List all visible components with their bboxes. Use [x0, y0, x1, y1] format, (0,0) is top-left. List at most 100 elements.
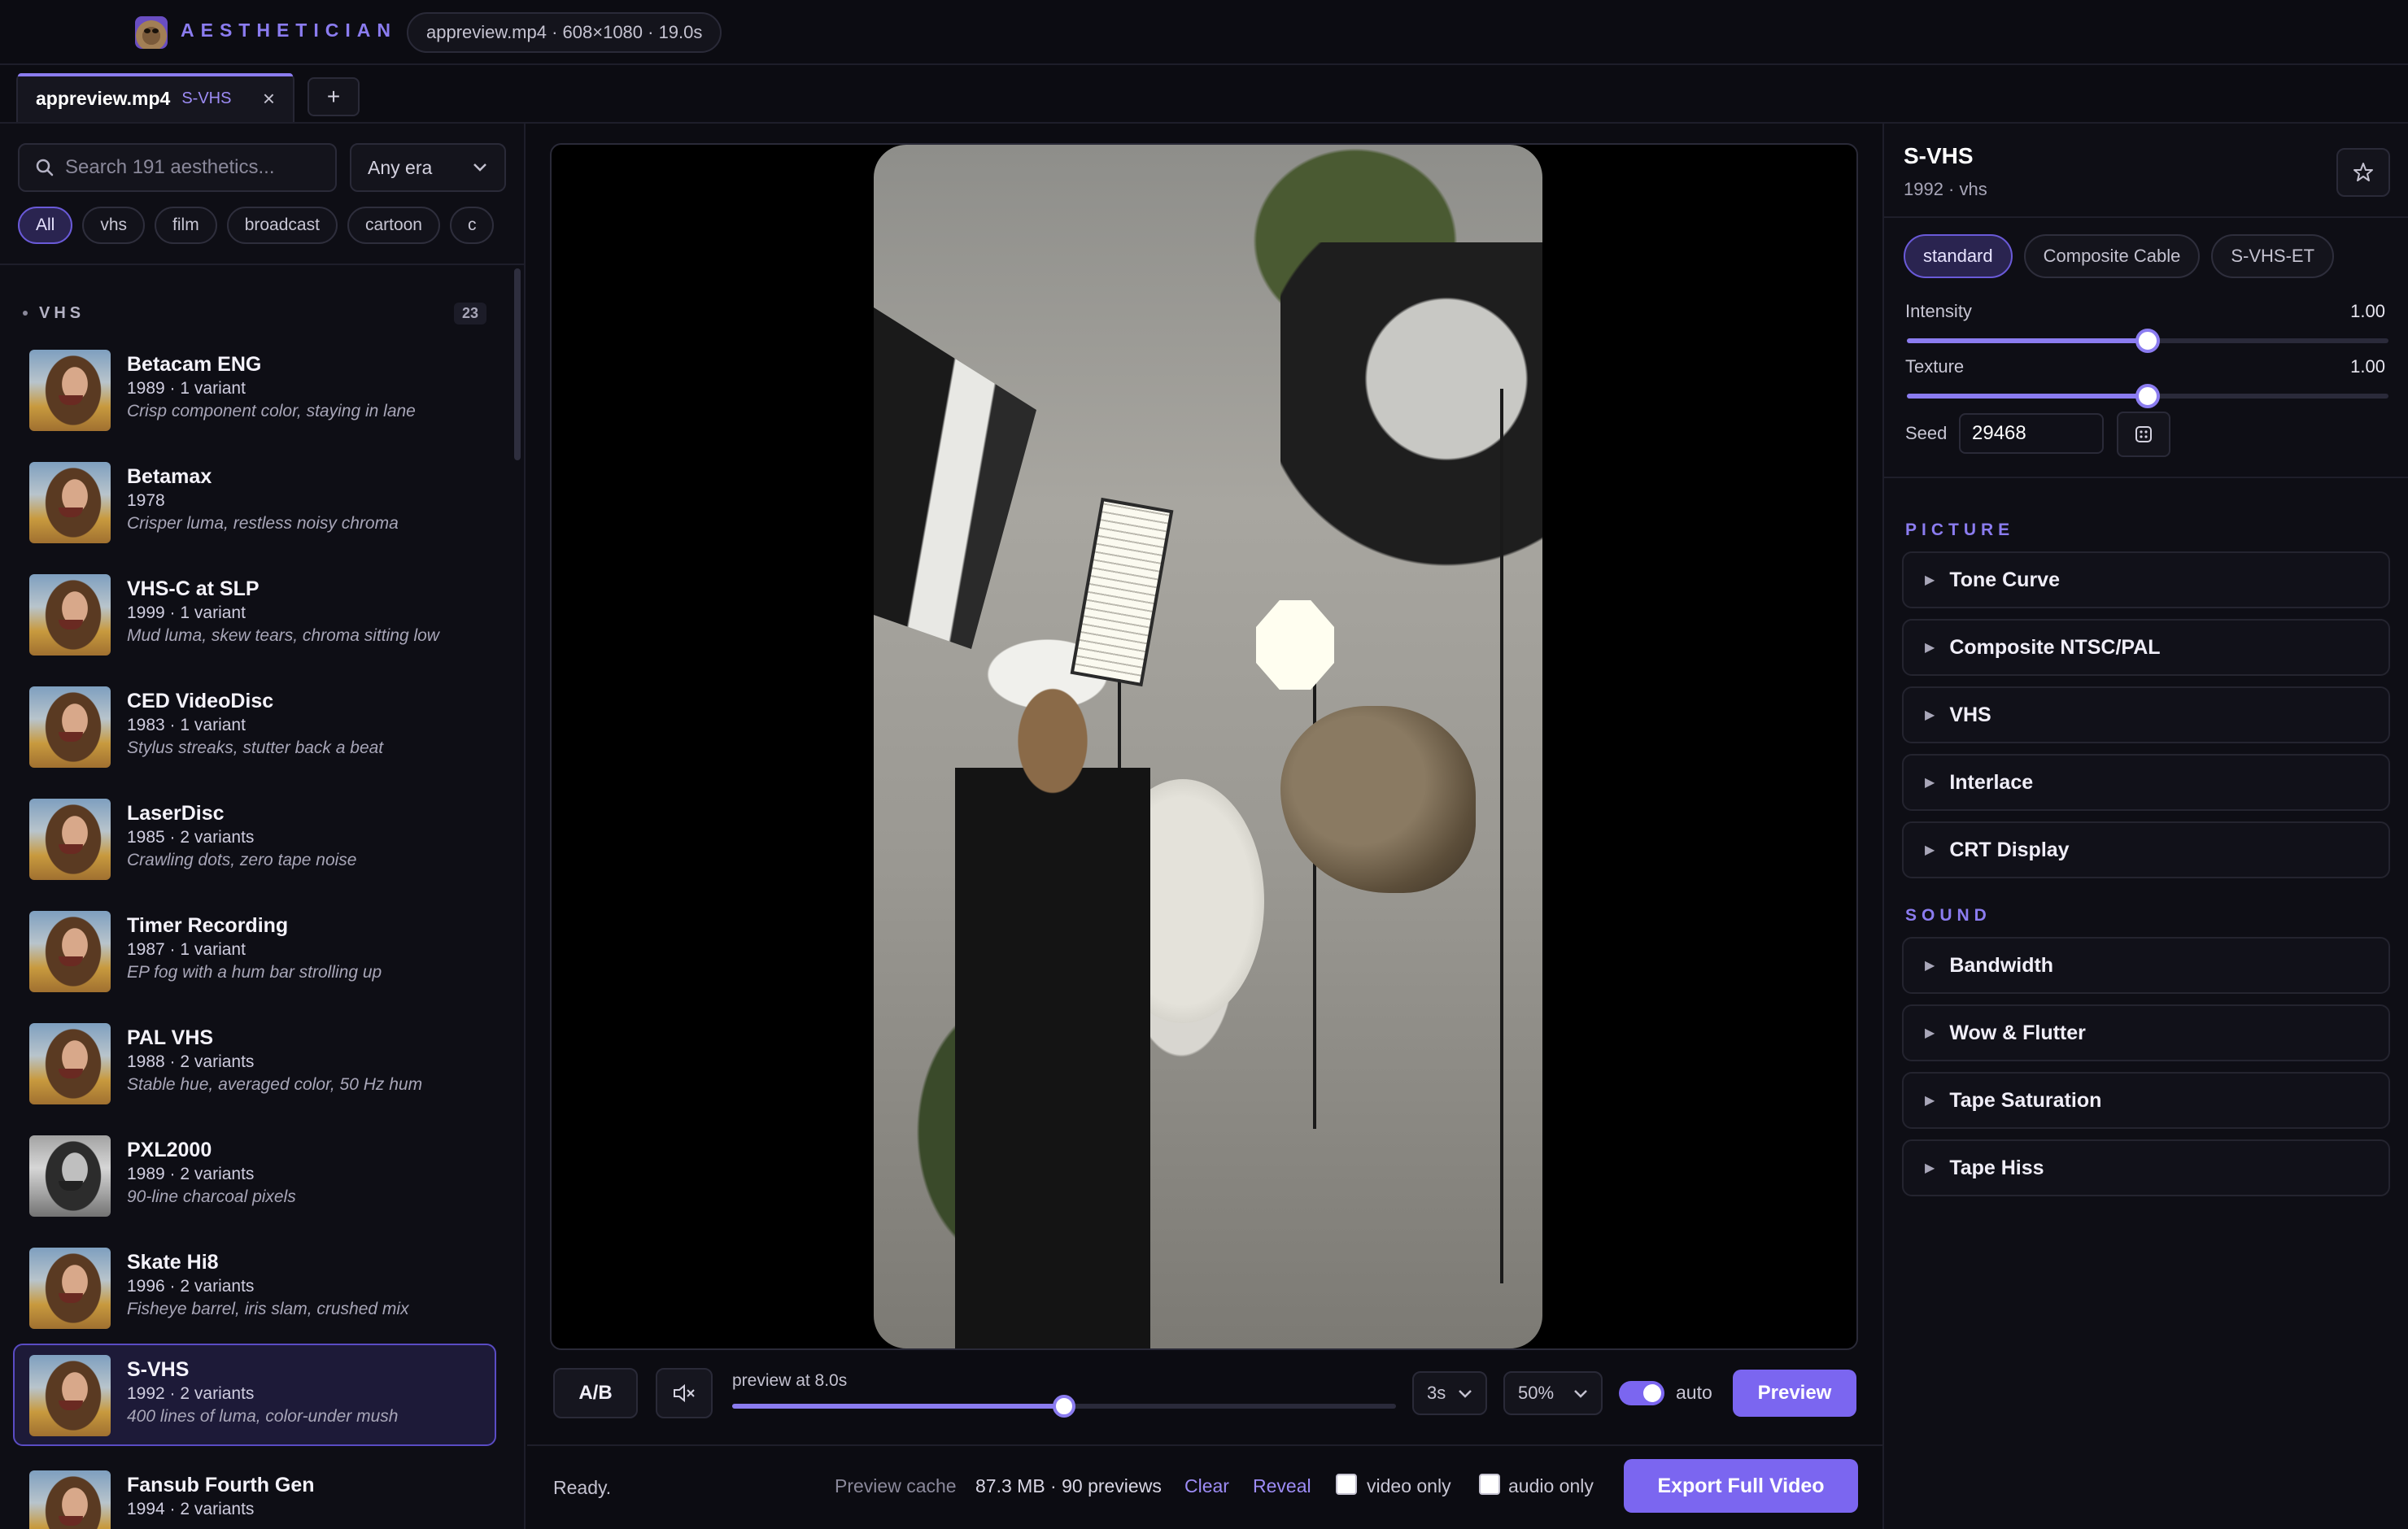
triangle-right-icon: ▶	[1925, 776, 1935, 790]
scrubber-track[interactable]	[732, 1395, 1396, 1418]
accordion-bandwidth[interactable]: ▶ Bandwidth	[1902, 937, 2390, 994]
chip-all[interactable]: All	[18, 207, 73, 244]
triangle-right-icon: ▶	[1925, 959, 1935, 973]
duration-select[interactable]: 3s	[1412, 1371, 1487, 1415]
chip-cartoon[interactable]: cartoon	[347, 207, 440, 244]
auto-preview-toggle[interactable]	[1619, 1381, 1664, 1405]
item-description: Fisheye barrel, iris slam, crushed mix	[127, 1300, 409, 1318]
favorite-button[interactable]	[2336, 148, 2390, 197]
seed-label: Seed	[1905, 423, 1948, 443]
intensity-slider-handle[interactable]	[2135, 329, 2160, 353]
chevron-down-icon	[1459, 1389, 1472, 1398]
accordion-tone-curve[interactable]: ▶ Tone Curve	[1902, 551, 2390, 608]
list-item[interactable]: VHS-C at SLP 1999 · 1 variant Mud luma, …	[13, 563, 496, 665]
accordion-composite[interactable]: ▶ Composite NTSC/PAL	[1902, 619, 2390, 676]
era-select[interactable]: Any era	[350, 143, 506, 192]
tab-appreview[interactable]: appreview.mp4 S-VHS ×	[16, 73, 294, 122]
accordion-crt-display[interactable]: ▶ CRT Display	[1902, 821, 2390, 878]
item-thumbnail	[29, 574, 111, 656]
file-info-pill: appreview.mp4 · 608×1080 · 19.0s	[407, 12, 722, 53]
item-thumbnail	[29, 1023, 111, 1104]
accordion-label: Wow & Flutter	[1949, 1021, 2086, 1044]
list-item[interactable]: Betamax 1978 Crisper luma, restless nois…	[13, 451, 496, 553]
accordion-interlace[interactable]: ▶ Interlace	[1902, 754, 2390, 811]
item-title: PXL2000	[127, 1139, 212, 1161]
list-item[interactable]: Timer Recording 1987 · 1 variant EP fog …	[13, 900, 496, 1002]
inspector-panel: S-VHS 1992 · vhs standard Composite Cabl…	[1882, 124, 2408, 1529]
list-item-selected[interactable]: S-VHS 1992 · 2 variants 400 lines of lum…	[13, 1344, 496, 1446]
list-item[interactable]: Fansub Fourth Gen 1994 · 2 variants	[13, 1459, 496, 1529]
chip-overflow[interactable]: c	[449, 207, 495, 244]
duration-select-value: 3s	[1427, 1383, 1446, 1403]
chip-vhs[interactable]: vhs	[82, 207, 146, 244]
audio-only-checkbox[interactable]	[1479, 1474, 1500, 1495]
accordion-vhs[interactable]: ▶ VHS	[1902, 686, 2390, 743]
video-frame	[874, 145, 1542, 1348]
accordion-tape-saturation[interactable]: ▶ Tape Saturation	[1902, 1072, 2390, 1129]
intensity-slider[interactable]	[1907, 329, 2388, 353]
list-item[interactable]: CED VideoDisc 1983 · 1 variant Stylus st…	[13, 675, 496, 778]
brand-name: AESTHETICIAN	[181, 20, 397, 41]
add-tab-button[interactable]: +	[308, 77, 360, 116]
accordion-wow-flutter[interactable]: ▶ Wow & Flutter	[1902, 1004, 2390, 1061]
search-input[interactable]	[65, 156, 325, 179]
list-item[interactable]: Betacam ENG 1989 · 1 variant Crisp compo…	[13, 338, 496, 441]
list-item[interactable]: Skate Hi8 1996 · 2 variants Fisheye barr…	[13, 1236, 496, 1339]
variant-tab-svhs-et[interactable]: S-VHS-ET	[2211, 234, 2335, 278]
item-meta: 1988 · 2 variants	[127, 1052, 255, 1071]
variant-tab-composite-cable[interactable]: Composite Cable	[2023, 234, 2201, 278]
item-thumbnail	[29, 686, 111, 768]
scale-select-value: 50%	[1518, 1383, 1555, 1403]
list-item[interactable]: PXL2000 1989 · 2 variants 90-line charco…	[13, 1124, 496, 1226]
item-title: LaserDisc	[127, 802, 225, 825]
file-info-text: appreview.mp4 · 608×1080 · 19.0s	[426, 22, 703, 42]
chip-film[interactable]: film	[155, 207, 217, 244]
seed-input[interactable]	[1959, 413, 2104, 454]
ab-compare-button[interactable]: A/B	[553, 1368, 638, 1418]
close-icon[interactable]: ×	[263, 86, 275, 111]
status-text: Ready.	[553, 1477, 612, 1498]
variant-tab-standard[interactable]: standard	[1904, 234, 2013, 278]
accordion-label: Bandwidth	[1949, 953, 2054, 977]
export-full-video-button[interactable]: Export Full Video	[1624, 1459, 1858, 1513]
texture-slider[interactable]	[1907, 384, 2388, 408]
triangle-right-icon: ▶	[1925, 573, 1935, 587]
item-meta: 1989 · 2 variants	[127, 1165, 255, 1183]
item-description: EP fog with a hum bar strolling up	[127, 963, 382, 982]
scale-select[interactable]: 50%	[1503, 1371, 1603, 1415]
accordion-tape-hiss[interactable]: ▶ Tape Hiss	[1902, 1139, 2390, 1196]
video-only-checkbox[interactable]	[1336, 1474, 1357, 1495]
triangle-right-icon: ▶	[1925, 1094, 1935, 1108]
item-meta: 1992 · 2 variants	[127, 1384, 255, 1403]
video-viewer[interactable]	[550, 143, 1858, 1350]
item-meta: 1985 · 2 variants	[127, 828, 255, 847]
tab-strip: appreview.mp4 S-VHS × +	[0, 65, 2408, 124]
texture-slider-handle[interactable]	[2135, 384, 2160, 408]
scene-umbrella-left	[874, 307, 1036, 649]
item-thumbnail	[29, 1135, 111, 1217]
item-thumbnail	[29, 462, 111, 543]
intensity-slider-fill	[1907, 338, 2148, 343]
scrubber-handle[interactable]	[1053, 1395, 1075, 1418]
chevron-down-icon	[473, 163, 486, 172]
accordion-label: Tone Curve	[1949, 568, 2060, 591]
triangle-right-icon: ▶	[1925, 1161, 1935, 1175]
sidebar-scrollbar[interactable]	[514, 268, 521, 460]
item-description: Mud luma, skew tears, chroma sitting low	[127, 626, 439, 645]
sidebar-divider	[0, 264, 524, 265]
item-description: 90-line charcoal pixels	[127, 1187, 296, 1206]
chip-broadcast[interactable]: broadcast	[226, 207, 338, 244]
aesthetics-sidebar: Any era All vhs film broadcast cartoon c…	[0, 124, 526, 1529]
reveal-cache-link[interactable]: Reveal	[1253, 1475, 1311, 1497]
tab-badge: S-VHS	[181, 89, 232, 107]
list-item[interactable]: PAL VHS 1988 · 2 variants Stable hue, av…	[13, 1012, 496, 1114]
search-box[interactable]	[18, 143, 337, 192]
randomize-seed-button[interactable]	[2117, 412, 2170, 457]
texture-slider-fill	[1907, 394, 2148, 399]
clear-cache-link[interactable]: Clear	[1184, 1475, 1229, 1497]
section-header-vhs[interactable]: VHS 23	[23, 301, 486, 325]
preview-button[interactable]: Preview	[1733, 1370, 1856, 1417]
mute-button[interactable]	[656, 1368, 713, 1418]
cache-label: Preview cache	[835, 1475, 957, 1496]
list-item[interactable]: LaserDisc 1985 · 2 variants Crawling dot…	[13, 787, 496, 890]
